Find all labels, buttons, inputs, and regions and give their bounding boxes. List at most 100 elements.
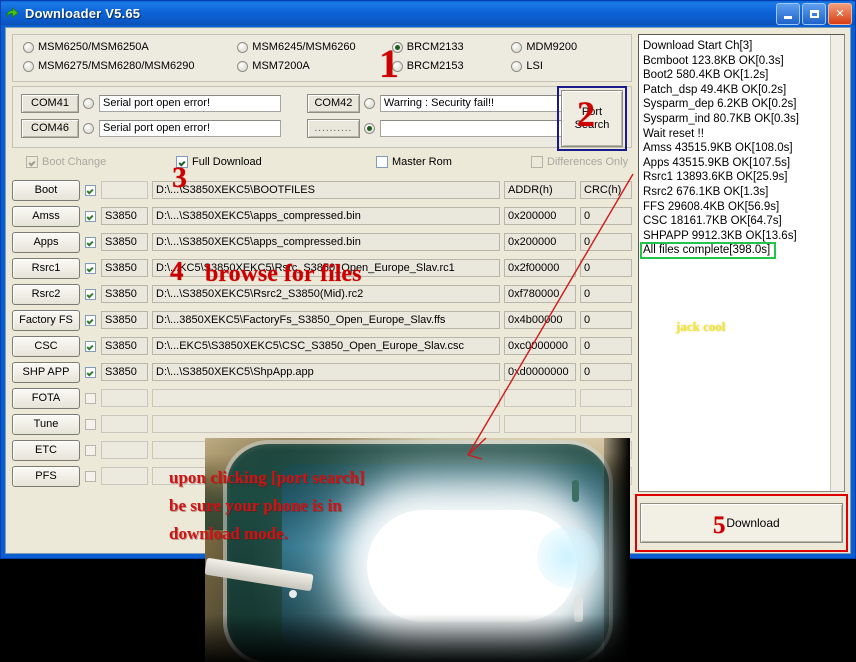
phone-side-button-top xyxy=(572,480,579,502)
radio-dot-icon[interactable] xyxy=(363,97,375,109)
csc-browse-button[interactable]: CSC xyxy=(12,335,80,357)
row-checkbox[interactable] xyxy=(85,236,96,248)
row-checkbox[interactable] xyxy=(85,470,96,482)
csc-path[interactable]: D:\...EKC5\S3850XEKC5\CSC_S3850_Open_Eur… xyxy=(152,337,500,355)
checkbox-full-download[interactable]: Full Download xyxy=(176,156,376,168)
row-checkbox[interactable] xyxy=(85,392,96,404)
download-button[interactable]: Download xyxy=(640,503,843,543)
apps-path[interactable]: D:\...\S3850XEKC5\apps_compressed.bin xyxy=(152,233,500,251)
log-line: Amss 43515.9KB OK[108.0s] xyxy=(643,142,793,155)
tune-path[interactable] xyxy=(152,415,500,433)
maximize-button[interactable] xyxy=(802,3,826,25)
radio-brcm2133[interactable]: BRCM2133 xyxy=(391,40,512,54)
chipset-column-1: MSM6250/MSM6250A MSM6275/MSM6280/MSM6290 xyxy=(23,40,237,73)
log-panel[interactable]: Download Start Ch[3] Bcmboot 123.8KB OK[… xyxy=(638,34,845,492)
rsrc1-crc: 0 xyxy=(580,259,632,277)
apps-browse-button[interactable]: Apps xyxy=(12,231,80,253)
chipset-column-2: MSM6245/MSM6260 MSM7200A xyxy=(237,40,391,73)
log-line: Apps 43515.9KB OK[107.5s] xyxy=(643,156,791,169)
row-checkbox[interactable] xyxy=(85,314,96,326)
right-column: Download Start Ch[3] Bcmboot 123.8KB OK[… xyxy=(635,28,850,553)
shpapp-path[interactable]: D:\...\S3850XEKC5\ShpApp.app xyxy=(152,363,500,381)
step-4-marker: 4 xyxy=(170,256,184,286)
fota-crc xyxy=(580,389,632,407)
com41-button[interactable]: COM41 xyxy=(21,93,79,113)
com41-status: Serial port open error! xyxy=(99,94,281,112)
step-5-marker: 5 xyxy=(713,512,726,539)
pfs-browse-button[interactable]: PFS xyxy=(12,465,80,487)
rsrc2-crc: 0 xyxy=(580,285,632,303)
rsrc1-browse-button[interactable]: Rsrc1 xyxy=(12,257,80,279)
radio-dot-icon xyxy=(23,60,34,72)
log-line: Wait reset !! xyxy=(643,127,704,140)
row-checkbox[interactable] xyxy=(85,288,96,300)
fota-path[interactable] xyxy=(152,389,500,407)
radio-dot-icon xyxy=(237,60,249,72)
amss-browse-button[interactable]: Amss xyxy=(12,205,80,227)
radio-msm6275[interactable]: MSM6275/MSM6280/MSM6290 xyxy=(23,59,237,73)
log-line: FFS 29608.4KB OK[56.9s] xyxy=(643,200,780,213)
fota-browse-button[interactable]: FOTA xyxy=(12,387,80,409)
radio-dot-icon xyxy=(23,41,34,53)
minimize-button[interactable] xyxy=(776,3,800,25)
apps-crc: 0 xyxy=(580,233,632,251)
crc-header: CRC(h) xyxy=(580,181,632,199)
radio-msm7200a[interactable]: MSM7200A xyxy=(237,59,391,73)
tune-crc xyxy=(580,415,632,433)
radio-dot-icon[interactable] xyxy=(83,97,94,109)
log-scrollbar[interactable] xyxy=(830,35,844,491)
row-checkbox[interactable] xyxy=(85,184,96,196)
row-checkbox[interactable] xyxy=(85,444,96,456)
row-checkbox[interactable] xyxy=(85,418,96,430)
phone-screen-glow-secondary xyxy=(537,526,599,588)
checkbox-icon xyxy=(531,156,543,168)
table-row: FOTA xyxy=(12,385,632,411)
download-label: Download xyxy=(726,516,780,530)
radio-msm6245[interactable]: MSM6245/MSM6260 xyxy=(237,40,391,54)
close-button[interactable]: ✕ xyxy=(828,3,852,25)
boot-path[interactable]: D:\...\S3850XEKC5\BOOTFILES xyxy=(152,181,500,199)
com42-button[interactable]: COM42 xyxy=(307,93,360,113)
chipset-group: MSM6250/MSM6250A MSM6275/MSM6280/MSM6290… xyxy=(12,34,632,82)
row-checkbox[interactable] xyxy=(85,210,96,222)
window-controls: ✕ xyxy=(776,3,852,25)
factoryfs-addr: 0x4b00000 xyxy=(504,311,576,329)
amss-path[interactable]: D:\...\S3850XEKC5\apps_compressed.bin xyxy=(152,207,500,225)
radio-dot-icon xyxy=(511,60,523,72)
radio-mdm9200[interactable]: MDM9200 xyxy=(511,40,631,54)
shpapp-browse-button[interactable]: SHP APP xyxy=(12,361,80,383)
row-checkbox[interactable] xyxy=(85,340,96,352)
download-area: Download xyxy=(635,494,848,552)
factoryfs-browse-button[interactable]: Factory FS xyxy=(12,309,80,331)
rsrc2-path[interactable]: D:\...\S3850XEKC5\Rsrc2_S3850(Mid).rc2 xyxy=(152,285,500,303)
apps-version: S3850 xyxy=(101,233,148,251)
chipset-column-3: BRCM2133 BRCM2153 xyxy=(391,40,512,73)
factoryfs-path[interactable]: D:\...3850XEKC5\FactoryFs_S3850_Open_Eur… xyxy=(152,311,500,329)
rsrc2-browse-button[interactable]: Rsrc2 xyxy=(12,283,80,305)
empty-port-button[interactable]: .......... xyxy=(307,118,360,138)
note-line-2: be sure your phone is in xyxy=(169,496,342,515)
tune-browse-button[interactable]: Tune xyxy=(12,413,80,435)
radio-msm6250[interactable]: MSM6250/MSM6250A xyxy=(23,40,237,54)
shpapp-addr: 0xd0000000 xyxy=(504,363,576,381)
radio-label: BRCM2133 xyxy=(406,41,464,53)
checkbox-icon[interactable] xyxy=(376,156,388,168)
etc-browse-button[interactable]: ETC xyxy=(12,439,80,461)
radio-lsi[interactable]: LSI xyxy=(511,59,631,73)
port-group: COM41 Serial port open error! COM42 Warr… xyxy=(12,86,632,151)
radio-brcm2153[interactable]: BRCM2153 xyxy=(391,59,512,73)
checkbox-label: Master Rom xyxy=(392,156,452,168)
checkbox-differences-only: Differences Only xyxy=(531,156,628,168)
radio-dot-icon[interactable] xyxy=(363,122,375,134)
radio-dot-icon xyxy=(511,41,523,53)
rsrc2-version: S3850 xyxy=(101,285,148,303)
checkbox-master-rom[interactable]: Master Rom xyxy=(376,156,531,168)
row-checkbox[interactable] xyxy=(85,262,96,274)
row-checkbox[interactable] xyxy=(85,366,96,378)
csc-crc: 0 xyxy=(580,337,632,355)
watermark-text: jack cool xyxy=(676,319,726,334)
radio-dot-icon[interactable] xyxy=(83,122,94,134)
com46-button[interactable]: COM46 xyxy=(21,118,79,138)
boot-browse-button[interactable]: Boot xyxy=(12,179,80,201)
chipset-radio-grid: MSM6250/MSM6250A MSM6275/MSM6280/MSM6290… xyxy=(23,40,631,73)
